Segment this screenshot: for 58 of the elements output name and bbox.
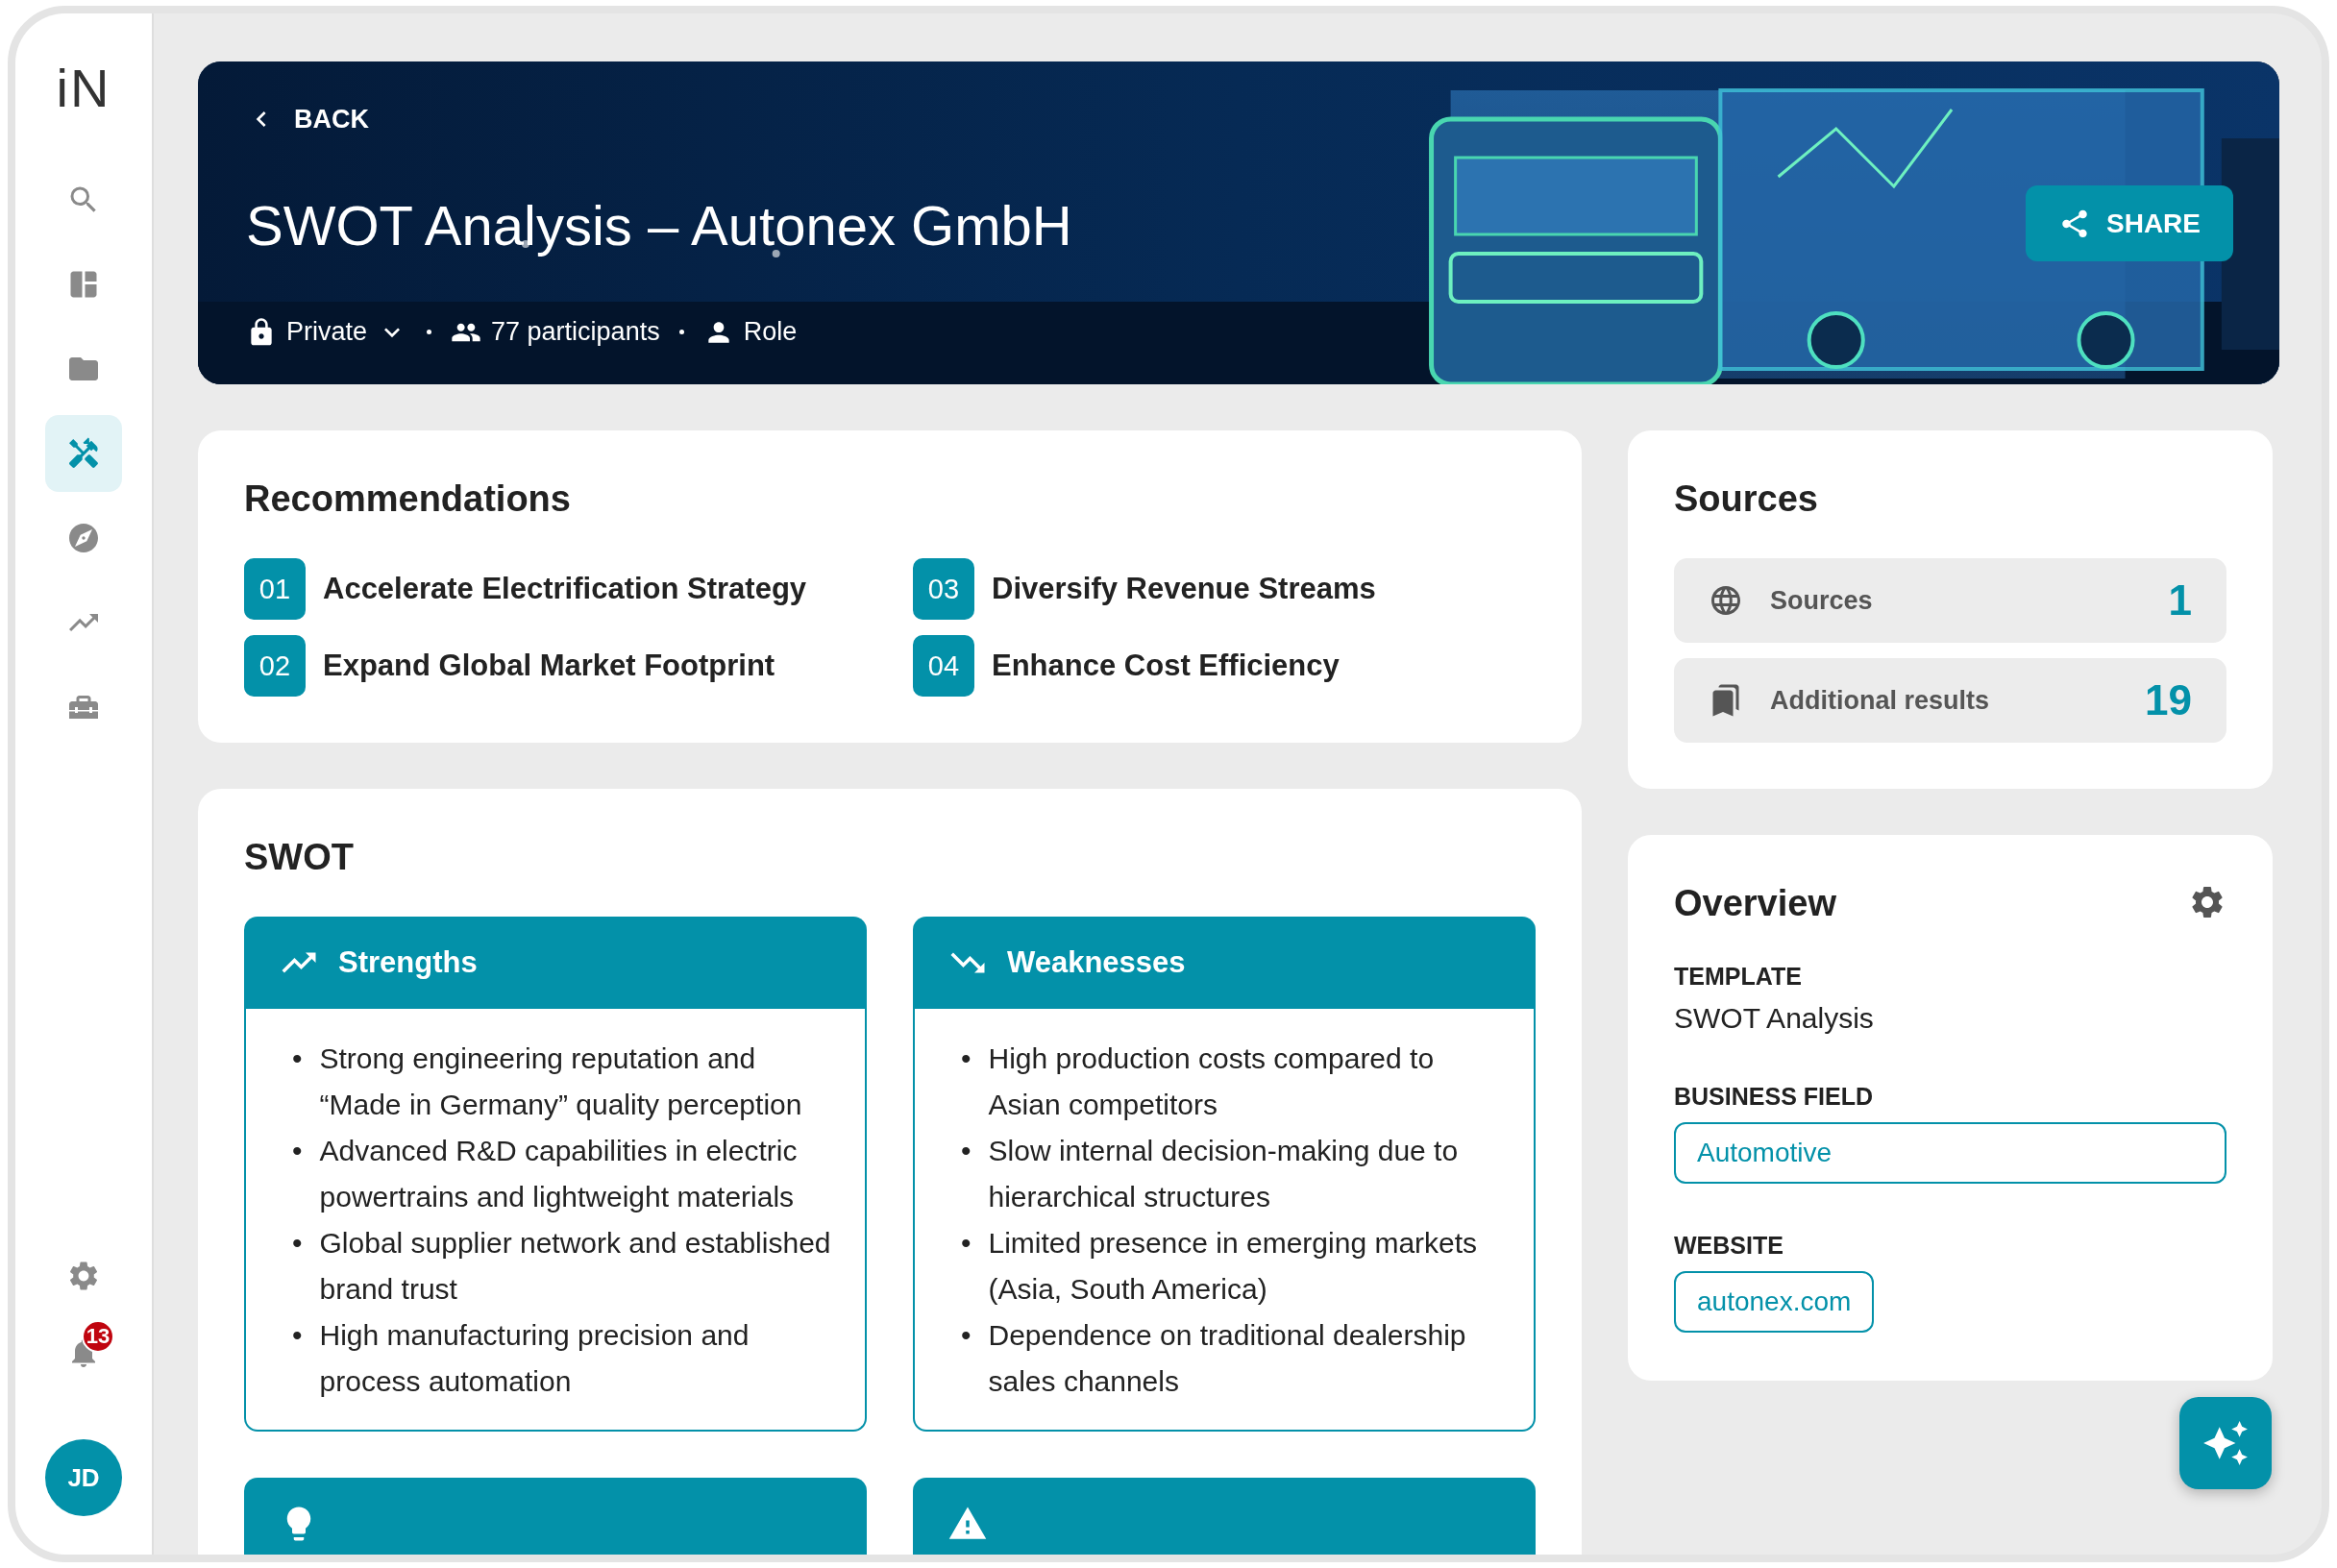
quadrant-title: Strengths <box>338 945 478 980</box>
bullet-point: High manufacturing precision and process automation <box>319 1318 750 1399</box>
card-title: SWOT <box>244 837 355 878</box>
bullet-mark: • <box>292 1134 303 1168</box>
tools-icon <box>66 436 101 471</box>
user-avatar[interactable]: JD <box>45 1439 122 1516</box>
tools-nav-button[interactable] <box>45 415 122 492</box>
bullet-mark: • <box>961 1318 972 1353</box>
field-value: SWOT Analysis <box>1674 1002 1875 1035</box>
card-title: Overview <box>1674 883 1836 924</box>
number-badge: 01 <box>244 558 306 620</box>
back-link[interactable]: BACK <box>246 104 369 135</box>
bullet-mark: • <box>961 1134 972 1168</box>
website-link[interactable]: autonex.com <box>1674 1271 1875 1333</box>
field-label: TEMPLATE <box>1674 963 1803 991</box>
bullet-point: Strong engineering reputation and “Made in Germany” quality perception <box>319 1041 803 1122</box>
bullet-mark: • <box>961 1041 972 1076</box>
participants-link[interactable]: 77 participants <box>451 317 660 348</box>
bullet-point: Limited presence in emerging markets (Asia, South America) <box>988 1226 1479 1307</box>
bullet-point: Global supplier network and established brand trust <box>319 1226 832 1307</box>
compass-icon <box>66 521 101 555</box>
business-field-input[interactable]: Automotive <box>1674 1122 2226 1184</box>
source-count: 19 <box>2145 676 2192 724</box>
number-badge: 03 <box>913 558 974 620</box>
field-label: BUSINESS FIELD <box>1674 1083 1874 1111</box>
globe-icon <box>1709 583 1743 618</box>
quadrant-title: Weaknesses <box>1007 945 1186 980</box>
page-title: SWOT Analysis – Autonex GmbH <box>246 195 1072 257</box>
sparkle-icon <box>2202 1419 2250 1467</box>
bullet-point: Slow internal decision-making due to hierarchical structures <box>988 1134 1460 1214</box>
recommendation-text[interactable]: Expand Global Market Footprint <box>323 649 775 683</box>
bullet-mark: • <box>292 1318 303 1353</box>
logo: iN <box>56 61 111 115</box>
recommendation-text[interactable]: Accelerate Electrification Strategy <box>323 572 807 606</box>
bullet-mark: • <box>961 1226 972 1261</box>
bullet-point: Dependence on traditional dealership sales channels <box>988 1318 1467 1399</box>
notifications-button[interactable]: 13 <box>45 1314 122 1391</box>
number-badge: 04 <box>913 635 974 697</box>
card-title: Recommendations <box>244 478 572 520</box>
bullet-mark: • <box>292 1226 303 1261</box>
share-button[interactable]: SHARE <box>2026 185 2233 261</box>
notification-badge: 13 <box>82 1320 114 1353</box>
role-link[interactable]: Role <box>702 317 798 348</box>
card-title: Sources <box>1674 478 1819 520</box>
field-label: WEBSITE <box>1674 1232 1784 1260</box>
recommendation-text[interactable]: Enhance Cost Efficiency <box>992 649 1340 683</box>
source-row[interactable]: Sources 1 <box>1674 558 2226 643</box>
source-row[interactable]: Additional results 19 <box>1674 658 2226 743</box>
privacy-dropdown[interactable]: Private <box>246 317 408 348</box>
ai-assistant-button[interactable] <box>2179 1397 2272 1489</box>
source-count: 1 <box>2168 576 2192 625</box>
bullet-point: Advanced R&D capabilities in electric powertrains and lightweight materials <box>319 1134 799 1214</box>
source-label: Sources <box>1770 585 1874 616</box>
source-label: Additional results <box>1770 685 1991 716</box>
bullet-point: High production costs compared to Asian competitors <box>988 1041 1436 1122</box>
recommendation-text[interactable]: Diversify Revenue Streams <box>992 572 1376 606</box>
number-badge: 02 <box>244 635 306 697</box>
bullet-mark: • <box>292 1041 303 1076</box>
